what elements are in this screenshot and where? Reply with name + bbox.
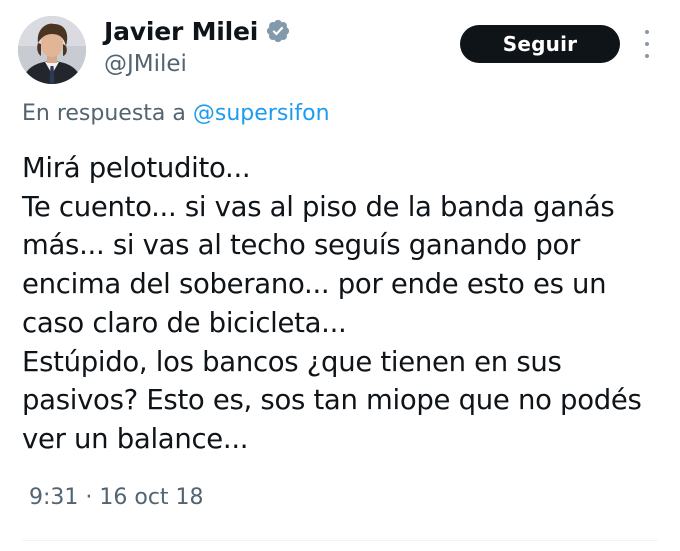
reply-mention-link[interactable]: @supersifon xyxy=(193,101,330,126)
reply-context: En respuesta a @supersifon xyxy=(22,101,330,126)
dot xyxy=(645,42,649,46)
avatar[interactable] xyxy=(18,16,86,84)
reply-prefix: En respuesta a xyxy=(22,101,193,126)
author-handle[interactable]: @JMilei xyxy=(104,51,291,77)
dot xyxy=(645,30,649,34)
verified-badge-icon[interactable] xyxy=(265,18,291,44)
follow-button[interactable]: Seguir xyxy=(460,25,620,63)
profile-photo-icon xyxy=(18,16,86,84)
author-name[interactable]: Javier Milei xyxy=(104,17,258,46)
tweet-card: Javier Milei @JMilei Seguir En respuesta… xyxy=(0,0,680,551)
author-name-row: Javier Milei xyxy=(104,14,291,48)
author-block: Javier Milei @JMilei xyxy=(104,14,291,77)
dot xyxy=(645,54,649,58)
tweet-timestamp[interactable]: 9:31 · 16 oct 18 xyxy=(29,485,204,510)
divider xyxy=(22,540,658,541)
tweet-text: Mirá pelotudito... Te cuento... si vas a… xyxy=(22,152,642,455)
more-vertical-icon[interactable] xyxy=(639,30,655,58)
